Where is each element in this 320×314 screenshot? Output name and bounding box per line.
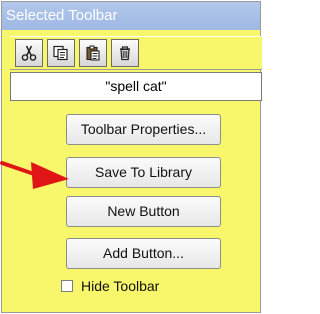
window-title: Selected Toolbar — [2, 2, 260, 30]
new-button[interactable]: New Button — [66, 196, 221, 227]
delete-icon — [120, 46, 130, 61]
add-button[interactable]: Add Button... — [66, 238, 221, 269]
paste-icon — [86, 45, 100, 61]
selected-toolbar-panel: Selected Toolbar "spell cat" Toolbar Pro… — [1, 1, 262, 313]
delete-button[interactable] — [111, 39, 139, 67]
toolbar-row — [10, 36, 262, 70]
copy-button[interactable] — [47, 39, 75, 67]
hide-toolbar-label: Hide Toolbar — [81, 278, 160, 294]
scissors-icon — [21, 45, 37, 61]
hide-toolbar-checkbox[interactable] — [61, 280, 73, 292]
toolbar-properties-button[interactable]: Toolbar Properties... — [66, 114, 221, 145]
hide-toolbar-option[interactable]: Hide Toolbar — [61, 275, 191, 297]
cut-button[interactable] — [15, 39, 43, 67]
toolbar-name-field[interactable]: "spell cat" — [10, 72, 262, 101]
copy-icon — [53, 45, 68, 61]
save-to-library-button[interactable]: Save To Library — [66, 157, 221, 188]
paste-button[interactable] — [79, 39, 107, 67]
